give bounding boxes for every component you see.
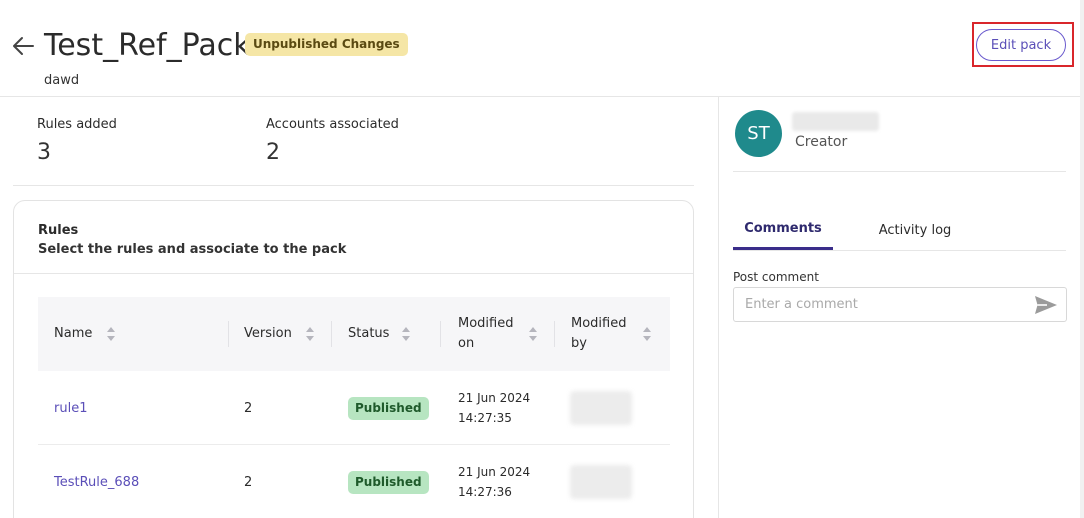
column-header-status[interactable]: Status <box>348 297 428 371</box>
back-arrow-icon[interactable] <box>10 30 36 62</box>
column-separator <box>228 321 229 347</box>
page-title: Test_Ref_Pack <box>44 28 251 63</box>
scrollbar-track[interactable] <box>1080 0 1084 518</box>
published-badge: Published <box>348 470 429 494</box>
rules-table-header: Name Version Status Modified on Modified… <box>38 297 670 371</box>
creator-divider <box>733 171 1066 172</box>
right-panel-tabs: Comments Activity log <box>733 210 1066 251</box>
stats-divider <box>13 185 694 186</box>
accounts-associated-label: Accounts associated <box>266 117 399 132</box>
send-icon[interactable] <box>1034 295 1058 315</box>
creator-role: Creator <box>795 134 848 150</box>
sort-modified-on-icon[interactable] <box>528 325 538 343</box>
sort-modified-by-icon[interactable] <box>642 325 652 343</box>
rule-name-link[interactable]: TestRule_688 <box>54 445 139 518</box>
unpublished-changes-badge: Unpublished Changes <box>245 33 408 56</box>
rules-added-value: 3 <box>37 140 51 165</box>
rule-version: 2 <box>244 400 253 416</box>
published-badge: Published <box>348 396 429 420</box>
edit-pack-button[interactable]: Edit pack <box>976 29 1066 61</box>
rules-added-label: Rules added <box>37 117 117 132</box>
column-separator <box>331 321 332 347</box>
rule-name-link[interactable]: rule1 <box>54 371 87 445</box>
accounts-associated-stat: Accounts associated 2 <box>266 116 399 167</box>
rule-status: Published <box>348 371 429 445</box>
modified-by-redacted <box>570 391 632 425</box>
rule-modified-on: 21 Jun 2024 14:27:35 <box>458 391 531 425</box>
column-separator <box>554 321 555 347</box>
rules-card: Rules Select the rules and associate to … <box>13 200 694 518</box>
creator-avatar: ST <box>735 110 782 157</box>
vertical-divider <box>718 97 719 518</box>
modified-by-redacted <box>570 465 632 499</box>
column-header-modified-on[interactable]: Modified on <box>458 297 522 371</box>
pack-description: dawd <box>44 73 80 88</box>
rule-status: Published <box>348 445 429 518</box>
tab-activity-log[interactable]: Activity log <box>865 210 965 250</box>
column-header-name[interactable]: Name <box>54 297 224 371</box>
sort-name-icon[interactable] <box>106 325 116 343</box>
sort-status-icon[interactable] <box>401 325 411 343</box>
column-separator <box>440 321 441 347</box>
rules-card-description: Select the rules and associate to the pa… <box>38 242 347 257</box>
rules-card-title: Rules <box>38 223 79 238</box>
comment-input[interactable] <box>734 288 1024 321</box>
table-row: rule1 2 Published 21 Jun 2024 14:27:35 <box>38 371 670 445</box>
column-header-modified-by[interactable]: Modified by <box>571 297 635 371</box>
accounts-associated-value: 2 <box>266 140 280 165</box>
page-header: Test_Ref_Pack Unpublished Changes dawd E… <box>0 0 1084 97</box>
post-comment-label: Post comment <box>733 270 819 284</box>
creator-name-redacted <box>792 112 879 131</box>
rules-added-stat: Rules added 3 <box>37 116 117 167</box>
sort-version-icon[interactable] <box>305 325 315 343</box>
tab-comments[interactable]: Comments <box>733 210 833 250</box>
rule-version: 2 <box>244 474 253 490</box>
table-row: TestRule_688 2 Published 21 Jun 2024 14:… <box>38 445 670 518</box>
comment-box <box>733 287 1067 322</box>
rules-card-divider <box>14 273 693 274</box>
rule-modified-on: 21 Jun 2024 14:27:36 <box>458 465 531 499</box>
